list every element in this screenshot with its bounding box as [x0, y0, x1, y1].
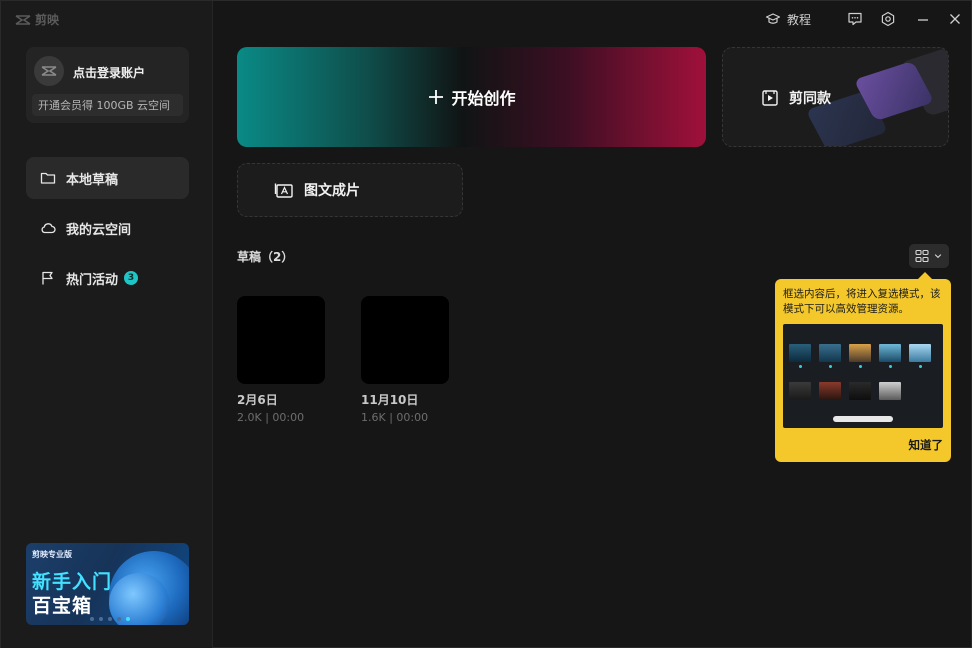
carousel-dot[interactable] — [117, 617, 121, 621]
carousel-dot[interactable] — [108, 617, 112, 621]
sidebar-item-hot-events[interactable]: 热门活动 3 — [26, 257, 189, 299]
sidebar-item-cloud-space[interactable]: 我的云空间 — [26, 207, 189, 249]
flag-icon — [42, 271, 53, 285]
preview-check-icon — [799, 365, 802, 368]
sidebar-item-label: 我的云空间 — [66, 222, 132, 238]
promo-subtitle: 百宝箱 — [32, 595, 93, 617]
folder-icon — [40, 172, 56, 184]
preview-thumb — [789, 382, 811, 400]
draft-thumbnail[interactable] — [361, 296, 449, 384]
template-button[interactable]: 剪同款 — [722, 47, 949, 147]
image-text-to-video-button[interactable]: 图文成片 — [237, 163, 463, 217]
draft-meta: 1.6K | 00:00 — [361, 411, 429, 424]
preview-thumb — [909, 344, 931, 362]
promo-caption: 剪映专业版 — [32, 550, 72, 559]
chevron-down-icon — [934, 254, 942, 259]
tooltip-preview-image — [783, 324, 943, 428]
carousel-dot-active[interactable] — [126, 617, 130, 621]
preview-thumb — [789, 344, 811, 362]
template-label: 剪同款 — [789, 91, 831, 107]
preview-thumb — [819, 344, 841, 362]
multi-select-tooltip: 框选内容后，将进入复选模式，该模式下可以高效管理资源。 知道了 — [775, 272, 951, 462]
carousel-dot[interactable] — [99, 617, 103, 621]
draft-thumbnail[interactable] — [237, 296, 325, 384]
graduation-cap-icon — [765, 13, 781, 24]
template-content: 剪同款 — [761, 88, 831, 108]
preview-thumb — [879, 382, 901, 400]
promo-title: 新手入门 — [32, 571, 113, 593]
preview-check-icon — [829, 365, 832, 368]
drafts-section-title: 草稿（2） — [237, 250, 294, 264]
preview-check-icon — [919, 365, 922, 368]
notification-badge: 3 — [124, 271, 139, 285]
draft-name: 2月6日 — [237, 393, 278, 407]
minimize-icon — [918, 19, 928, 21]
preview-thumb — [819, 382, 841, 400]
draft-name: 11月10日 — [361, 393, 419, 407]
close-icon — [950, 14, 960, 24]
image-text-icon — [274, 183, 293, 198]
minimize-button[interactable] — [915, 9, 931, 29]
image-text-label: 图文成片 — [304, 183, 360, 199]
plus-icon — [429, 90, 444, 104]
draft-meta: 2.0K | 00:00 — [237, 411, 305, 424]
preview-check-icon — [889, 365, 892, 368]
grid-view-icon — [915, 249, 929, 263]
close-button[interactable] — [947, 9, 963, 29]
settings-icon — [881, 11, 895, 27]
template-icon — [762, 90, 778, 106]
preview-thumb — [849, 382, 871, 400]
tooltip-confirm-button[interactable]: 知道了 — [909, 437, 944, 453]
feedback-icon — [848, 12, 862, 26]
feedback-button[interactable] — [847, 9, 863, 29]
sidebar-item-label: 本地草稿 — [66, 172, 119, 188]
promo-banner[interactable]: 剪映专业版 新手入门 百宝箱 — [26, 543, 189, 625]
preview-thumb — [849, 344, 871, 362]
carousel-dot[interactable] — [90, 617, 94, 621]
capcut-avatar-icon — [41, 66, 57, 76]
tutorial-button[interactable]: 教程 — [765, 9, 811, 29]
account-card[interactable]: 点击登录账户 开通会员得 100GB 云空间 — [26, 47, 189, 123]
preview-thumb — [879, 344, 901, 362]
sidebar-item-local-drafts[interactable]: 本地草稿 — [26, 157, 189, 199]
tooltip-text: 框选内容后，将进入复选模式，该模式下可以高效管理资源。 — [783, 288, 941, 315]
login-link[interactable]: 点击登录账户 — [73, 64, 145, 81]
view-mode-toggle[interactable] — [909, 244, 949, 268]
start-creation-label: 开始创作 — [451, 89, 516, 108]
brand-logo: 剪映 — [15, 11, 59, 28]
brand-name: 剪映 — [35, 13, 60, 27]
capcut-logo-icon — [15, 14, 31, 25]
start-creation-button[interactable]: 开始创作 — [237, 47, 706, 147]
avatar[interactable] — [34, 56, 64, 86]
settings-button[interactable] — [880, 9, 896, 29]
preview-check-icon — [859, 365, 862, 368]
carousel-dots[interactable] — [90, 617, 130, 621]
preview-action-bar — [833, 416, 893, 422]
vip-promo[interactable]: 开通会员得 100GB 云空间 — [32, 94, 183, 116]
tutorial-label: 教程 — [787, 12, 812, 27]
draft-item[interactable]: 2月6日 2.0K | 00:00 — [237, 296, 327, 424]
cloud-icon — [41, 223, 56, 234]
sidebar: 剪映 点击登录账户 开通会员得 100GB 云空间 本地草稿 我的云空间 热门活… — [1, 1, 213, 648]
sidebar-item-label: 热门活动 — [66, 272, 119, 288]
draft-item[interactable]: 11月10日 1.6K | 00:00 — [361, 296, 451, 424]
app-window: 剪映 点击登录账户 开通会员得 100GB 云空间 本地草稿 我的云空间 热门活… — [0, 0, 972, 648]
